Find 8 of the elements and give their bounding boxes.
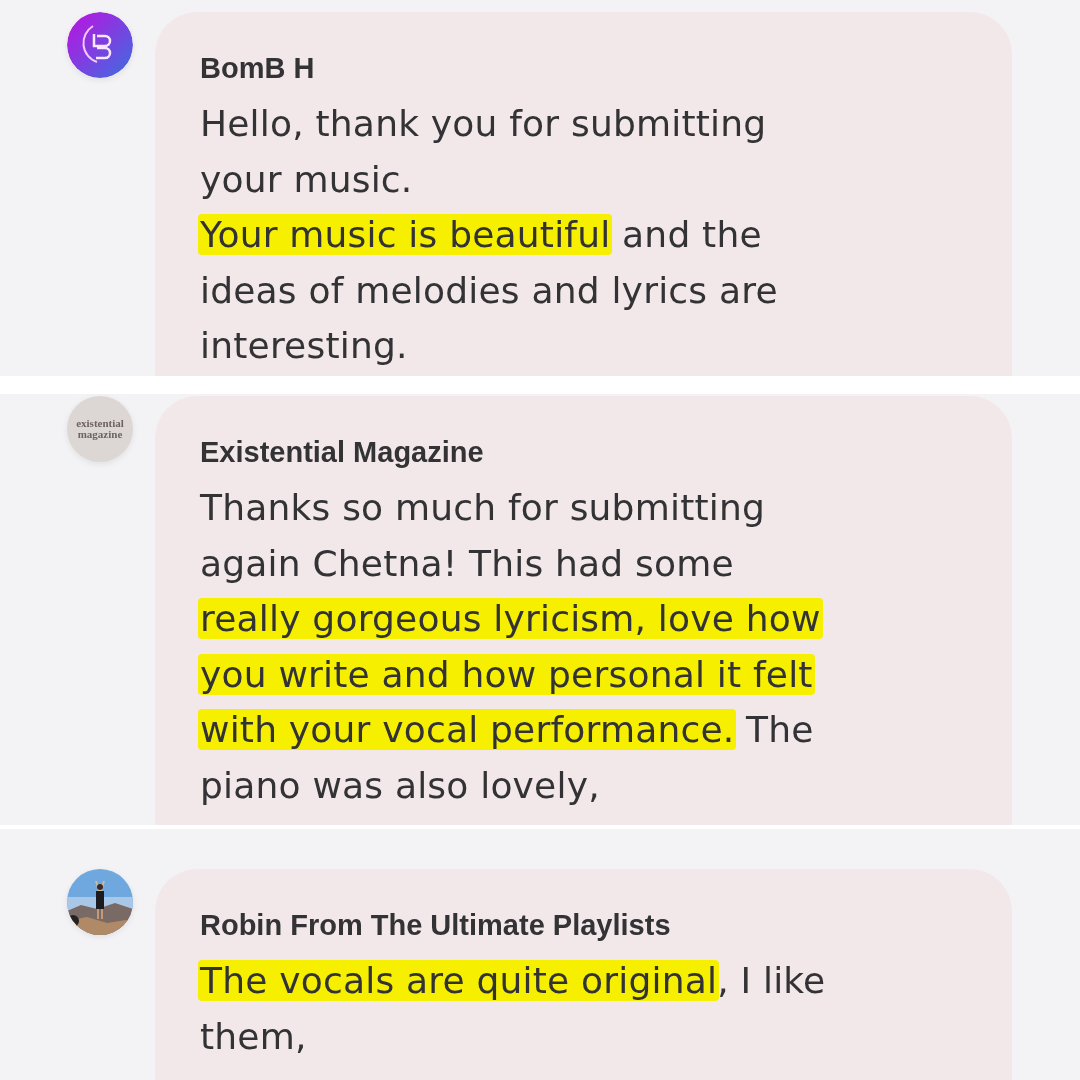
message-text: The vocals are quite original, I like them, <box>200 959 827 1059</box>
sender-name: BomB H <box>200 51 316 86</box>
avatar-text: existential magazine <box>75 418 125 441</box>
logo-avatar <box>67 12 133 78</box>
message-text: Thanks so much for submitting again Chetna! This had some really gorgeous lyricism, love how you write and how personal it felt with your vocal performance. The piano was also lovely, <box>200 486 824 808</box>
sender-name: Existential Magazine <box>200 435 485 471</box>
message-text: Hello, thank you for submitting your music. Your music is beautiful and the ideas of melodies and lyrics are interesting. <box>200 102 779 368</box>
sender-name: Robin From The Ultimate Playlists <box>200 908 672 944</box>
